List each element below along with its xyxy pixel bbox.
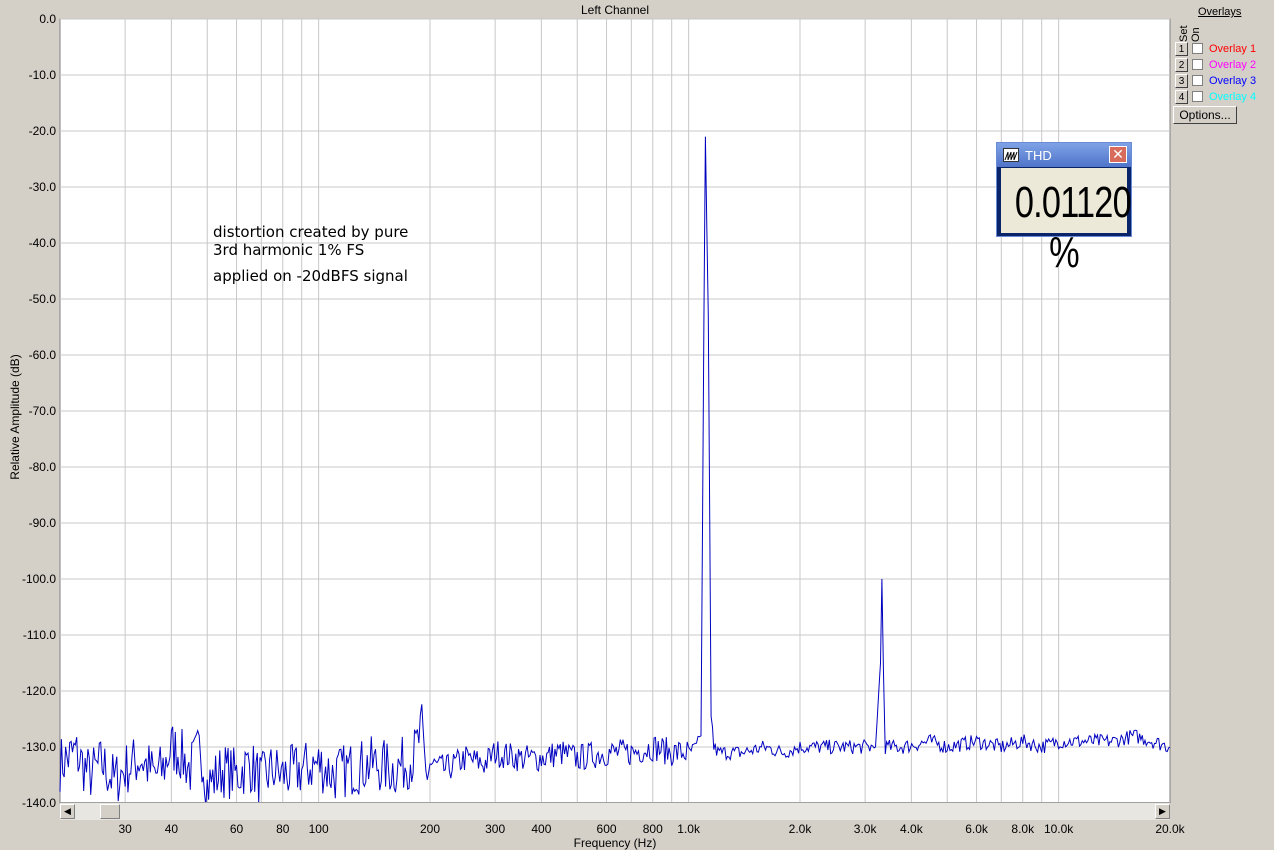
overlay-label-3: Overlay 3 bbox=[1209, 75, 1257, 87]
x-tick-label: 60 bbox=[230, 822, 244, 836]
y-tick-label: -70.0 bbox=[29, 404, 57, 418]
thd-title-bar[interactable]: THD ✕ bbox=[997, 143, 1131, 167]
y-tick-label: -110.0 bbox=[23, 628, 56, 642]
y-tick-label: -100.0 bbox=[22, 572, 56, 586]
x-tick-label: 100 bbox=[309, 822, 329, 836]
y-tick-label: 0.0 bbox=[39, 12, 56, 26]
overlay-label-1: Overlay 1 bbox=[1209, 43, 1257, 55]
overlay-checkbox-2[interactable] bbox=[1192, 59, 1203, 70]
x-tick-label: 4.0k bbox=[900, 822, 924, 836]
x-tick-label: 20.0k bbox=[1155, 822, 1185, 836]
annotation-text: distortion created by pure bbox=[213, 223, 408, 241]
x-tick-label: 1.0k bbox=[677, 822, 701, 836]
overlay-checkbox-4[interactable] bbox=[1192, 91, 1203, 102]
x-tick-label: 300 bbox=[485, 822, 505, 836]
y-tick-label: -40.0 bbox=[29, 236, 57, 250]
overlay-checkbox-1[interactable] bbox=[1192, 43, 1203, 54]
x-tick-label: 30 bbox=[118, 822, 132, 836]
x-tick-label: 200 bbox=[420, 822, 440, 836]
y-tick-label: -80.0 bbox=[29, 460, 57, 474]
overlay-row-2: 2 Overlay 2 bbox=[1175, 58, 1274, 74]
overlay-checkbox-3[interactable] bbox=[1192, 75, 1203, 86]
overlay-set-button-3[interactable]: 3 bbox=[1175, 74, 1188, 88]
x-tick-label: 6.0k bbox=[965, 822, 989, 836]
overlays-set-header: Set bbox=[1178, 25, 1190, 42]
y-tick-label: -120.0 bbox=[22, 684, 56, 698]
annotation-text: applied on -20dBFS signal bbox=[213, 267, 408, 285]
x-tick-label: 600 bbox=[597, 822, 617, 836]
scroll-thumb[interactable] bbox=[100, 804, 120, 819]
overlays-title: Overlays bbox=[1198, 6, 1242, 18]
x-tick-label: 80 bbox=[276, 822, 290, 836]
x-tick-label: 400 bbox=[531, 822, 551, 836]
overlay-set-button-1[interactable]: 1 bbox=[1175, 42, 1188, 56]
y-axis-label: Relative Amplitude (dB) bbox=[8, 354, 22, 480]
spectrum-plot: 0.0 -10.0 -20.0 -30.0 -40.0 -50.0 -60.0 -70.0 -8… bbox=[22, 12, 1186, 836]
close-icon[interactable]: ✕ bbox=[1109, 146, 1127, 163]
y-tick-label: -90.0 bbox=[29, 516, 57, 530]
thd-window-title: THD bbox=[1025, 148, 1052, 163]
y-tick-label: -50.0 bbox=[29, 292, 57, 306]
horizontal-scrollbar[interactable]: ◀ ▶ bbox=[60, 802, 1170, 820]
chart-title: Left Channel bbox=[580, 3, 650, 17]
y-tick-label: -130.0 bbox=[22, 740, 56, 754]
overlays-on-header: On bbox=[1190, 27, 1202, 42]
waveform-icon bbox=[1003, 148, 1019, 162]
overlay-row-1: 1 Overlay 1 bbox=[1175, 42, 1274, 58]
scroll-left-button[interactable]: ◀ bbox=[60, 804, 75, 819]
thd-window[interactable]: THD ✕ 0.01120 % bbox=[996, 142, 1132, 277]
overlay-row-3: 3 Overlay 3 bbox=[1175, 74, 1274, 90]
options-button[interactable]: Options... bbox=[1173, 106, 1237, 124]
y-tick-label: -30.0 bbox=[29, 180, 57, 194]
y-tick-label: -60.0 bbox=[29, 348, 57, 362]
overlay-label-4: Overlay 4 bbox=[1209, 91, 1257, 103]
overlay-set-button-2[interactable]: 2 bbox=[1175, 58, 1188, 72]
x-tick-label: 2.0k bbox=[789, 822, 813, 836]
x-tick-label: 3.0k bbox=[854, 822, 878, 836]
annotation-text: 3rd harmonic 1% FS bbox=[213, 241, 364, 259]
x-tick-label: 800 bbox=[643, 822, 663, 836]
x-tick-label: 10.0k bbox=[1044, 822, 1074, 836]
x-axis-label: Frequency (Hz) bbox=[573, 836, 657, 850]
overlay-set-button-4[interactable]: 4 bbox=[1175, 90, 1188, 104]
x-tick-label: 40 bbox=[165, 822, 179, 836]
thd-display: 0.01120 % bbox=[1001, 168, 1132, 277]
y-tick-label: -20.0 bbox=[29, 124, 57, 138]
thd-value: 0.01120 % bbox=[1014, 178, 1132, 277]
x-tick-label: 8.0k bbox=[1011, 822, 1035, 836]
scroll-right-button[interactable]: ▶ bbox=[1155, 804, 1170, 819]
y-tick-label: -10.0 bbox=[29, 68, 57, 82]
y-tick-label: -140.0 bbox=[22, 796, 56, 810]
overlay-row-4: 4 Overlay 4 bbox=[1175, 90, 1274, 106]
overlay-label-2: Overlay 2 bbox=[1209, 59, 1257, 71]
